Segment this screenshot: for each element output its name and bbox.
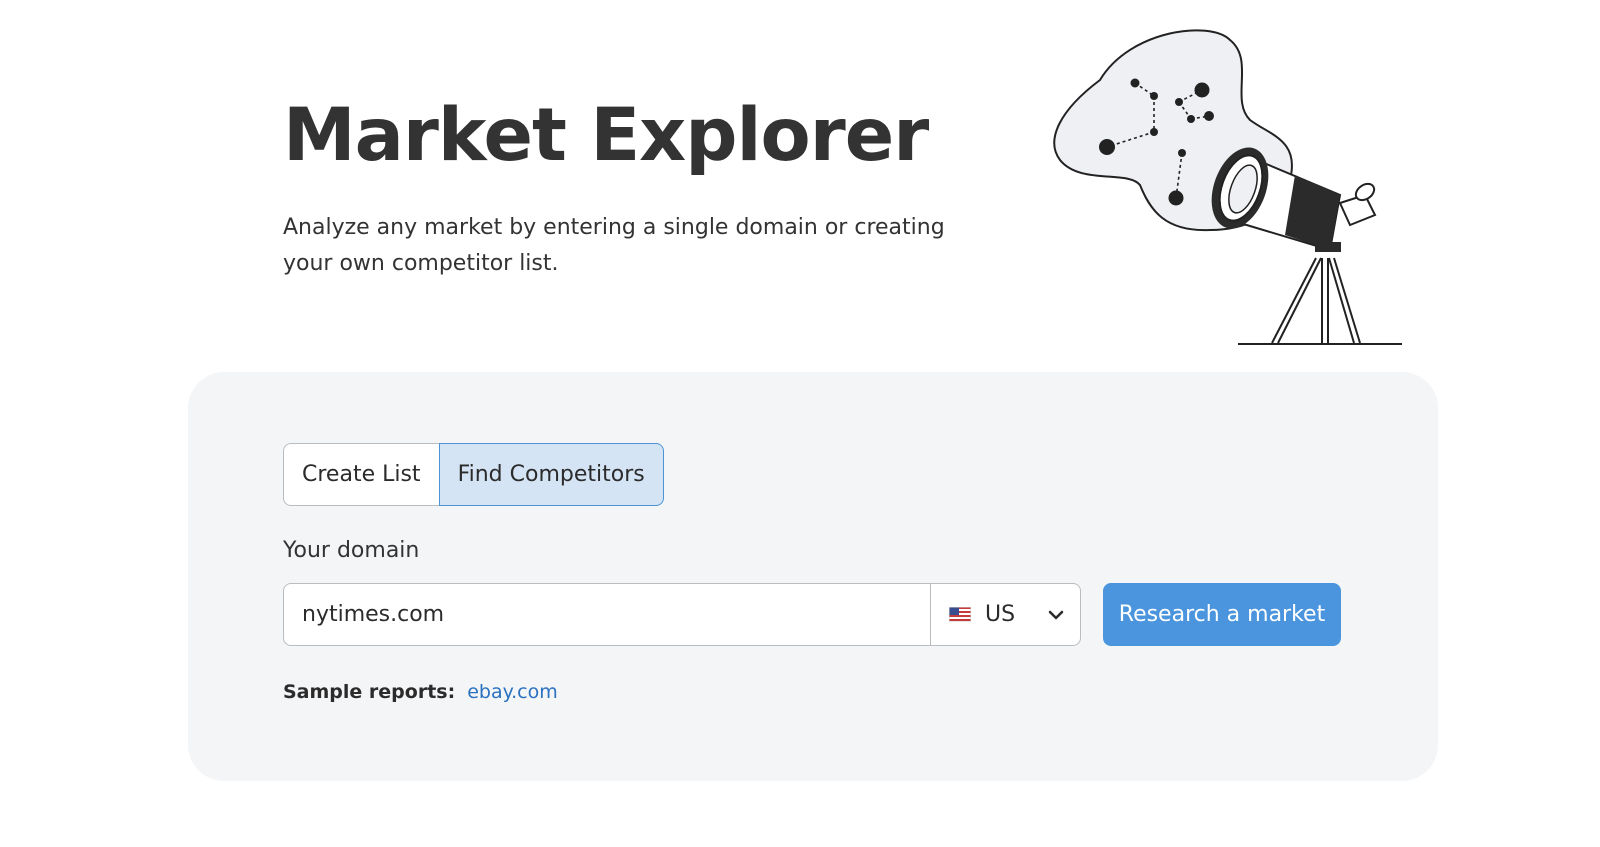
market-explorer-page: Market Explorer Analyze any market by en…	[0, 0, 1600, 847]
domain-input-group: US	[283, 583, 1081, 646]
find-competitors-tab[interactable]: Find Competitors	[438, 443, 664, 506]
country-code: US	[985, 602, 1016, 627]
search-panel	[188, 372, 1438, 781]
us-flag-icon	[949, 607, 971, 622]
create-list-tab[interactable]: Create List	[283, 443, 439, 506]
mode-toggle: Create List Find Competitors	[283, 443, 664, 506]
sample-reports: Sample reports: ebay.com	[283, 681, 558, 703]
page-title: Market Explorer	[283, 93, 929, 178]
sample-report-link[interactable]: ebay.com	[467, 681, 558, 703]
telescope-illustration	[1053, 29, 1402, 345]
sample-reports-label: Sample reports:	[283, 681, 456, 703]
chevron-down-icon	[1048, 610, 1064, 619]
country-select[interactable]: US	[930, 584, 1080, 645]
domain-input[interactable]	[284, 584, 930, 645]
research-market-button[interactable]: Research a market	[1103, 583, 1341, 646]
domain-field-label: Your domain	[283, 538, 420, 563]
page-description: Analyze any market by entering a single …	[283, 215, 945, 276]
